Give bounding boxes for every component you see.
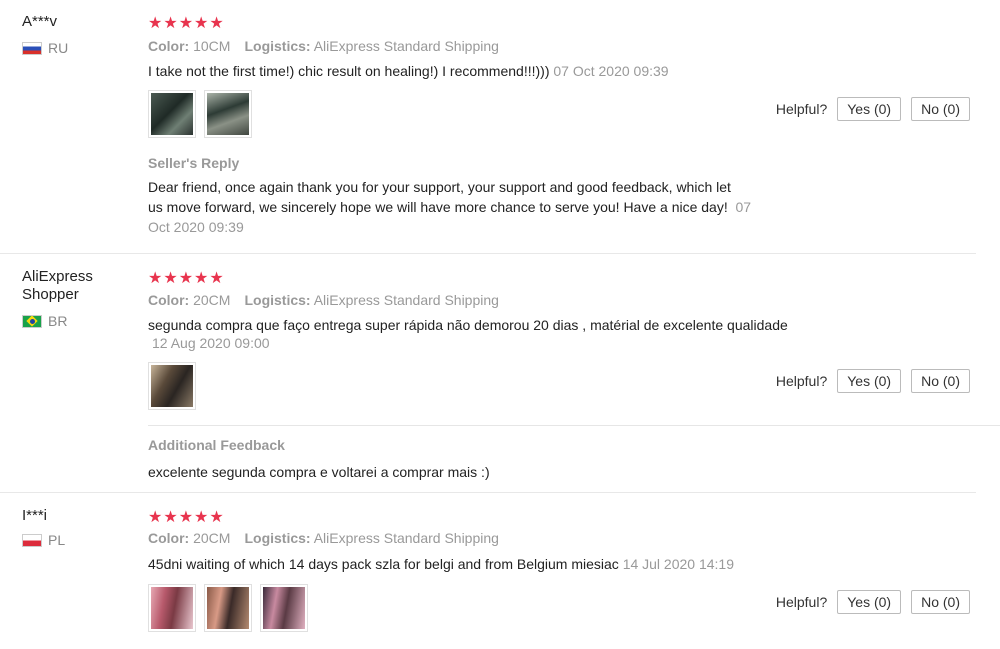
helpful-label: Helpful?	[775, 594, 828, 610]
logistics-value: AliExpress Standard Shipping	[313, 38, 499, 54]
color-label: Color:	[148, 292, 190, 308]
vote-yes-button[interactable]: Yes (0)	[837, 97, 902, 121]
review-photo-thumbnail[interactable]	[204, 90, 252, 138]
reviewer-name: AliExpress Shopper	[22, 268, 93, 303]
brazil-flag-icon	[22, 314, 42, 328]
reviewer-name: A***v	[22, 13, 58, 30]
review-date: 12 Aug 2020 09:00	[152, 335, 270, 351]
reviewer-country: BR	[22, 313, 67, 329]
seller-reply-text: Dear friend, once again thank you for yo…	[148, 177, 751, 237]
helpful-vote: Helpful? Yes (0) No (0)	[776, 97, 970, 121]
reviewer-name: I***i	[22, 507, 48, 524]
logistics-value: AliExpress Standard Shipping	[313, 530, 499, 546]
feedback-divider	[148, 425, 1000, 426]
star-rating: ★★★★★	[148, 270, 225, 287]
seller-reply-line: Dear friend, once again thank you for yo…	[148, 179, 731, 195]
star-rating: ★★★★★	[148, 15, 225, 32]
logistics-value: AliExpress Standard Shipping	[313, 292, 499, 308]
color-value: 20CM	[193, 530, 231, 546]
vote-no-button[interactable]: No (0)	[911, 97, 970, 121]
color-value: 10CM	[193, 38, 231, 54]
review-date: 07 Oct 2020 09:39	[553, 63, 669, 79]
seller-reply-line: us move forward, we sincerely hope we wi…	[148, 199, 728, 215]
review-photo-thumbnail[interactable]	[204, 584, 252, 632]
additional-feedback-label: Additional Feedback	[148, 437, 285, 453]
color-label: Color:	[148, 530, 190, 546]
review-meta: Color: 20CM Logistics: AliExpress Standar…	[148, 530, 499, 546]
review-text: I take not the first time!) chic result …	[148, 63, 550, 79]
review-photo-thumbnail[interactable]	[260, 584, 308, 632]
country-code: PL	[48, 532, 66, 548]
vote-no-button[interactable]: No (0)	[911, 590, 970, 614]
seller-reply-date: 07	[735, 199, 752, 215]
poland-flag-icon	[22, 533, 42, 547]
helpful-vote: Helpful? Yes (0) No (0)	[776, 590, 970, 614]
vote-yes-button[interactable]: Yes (0)	[837, 590, 902, 614]
star-rating: ★★★★★	[148, 509, 225, 526]
color-value: 20CM	[193, 292, 231, 308]
color-label: Color:	[148, 38, 190, 54]
review-divider	[0, 492, 976, 493]
helpful-label: Helpful?	[775, 373, 828, 389]
logistics-label: Logistics:	[244, 292, 311, 308]
russia-flag-icon	[22, 41, 42, 55]
seller-reply-date: Oct 2020 09:39	[148, 219, 244, 235]
review-divider	[0, 253, 976, 254]
review-text-row: 45dni waiting of which 14 days pack szla…	[148, 554, 734, 574]
review-text: 45dni waiting of which 14 days pack szla…	[148, 556, 619, 572]
review-meta: Color: 10CM Logistics: AliExpress Standar…	[148, 38, 499, 54]
review-text: segunda compra que faço entrega super rá…	[148, 317, 788, 333]
review-photo-thumbnail[interactable]	[148, 584, 196, 632]
seller-reply-label: Seller's Reply	[148, 155, 240, 171]
review-meta: Color: 20CM Logistics: AliExpress Standar…	[148, 292, 499, 308]
country-code: RU	[48, 40, 69, 56]
vote-no-button[interactable]: No (0)	[911, 369, 970, 393]
reviewer-country: PL	[22, 532, 65, 548]
review-photo-thumbnail[interactable]	[148, 90, 196, 138]
review-date: 14 Jul 2020 14:19	[622, 556, 735, 572]
review-text-row: I take not the first time!) chic result …	[148, 61, 669, 81]
logistics-label: Logistics:	[244, 38, 311, 54]
country-code: BR	[48, 313, 68, 329]
helpful-label: Helpful?	[775, 101, 828, 117]
review-photo-thumbnail[interactable]	[148, 362, 196, 410]
reviewer-country: RU	[22, 40, 68, 56]
helpful-vote: Helpful? Yes (0) No (0)	[776, 369, 970, 393]
additional-feedback-text: excelente segunda compra e voltarei a co…	[148, 464, 490, 480]
logistics-label: Logistics:	[244, 530, 311, 546]
vote-yes-button[interactable]: Yes (0)	[837, 369, 902, 393]
